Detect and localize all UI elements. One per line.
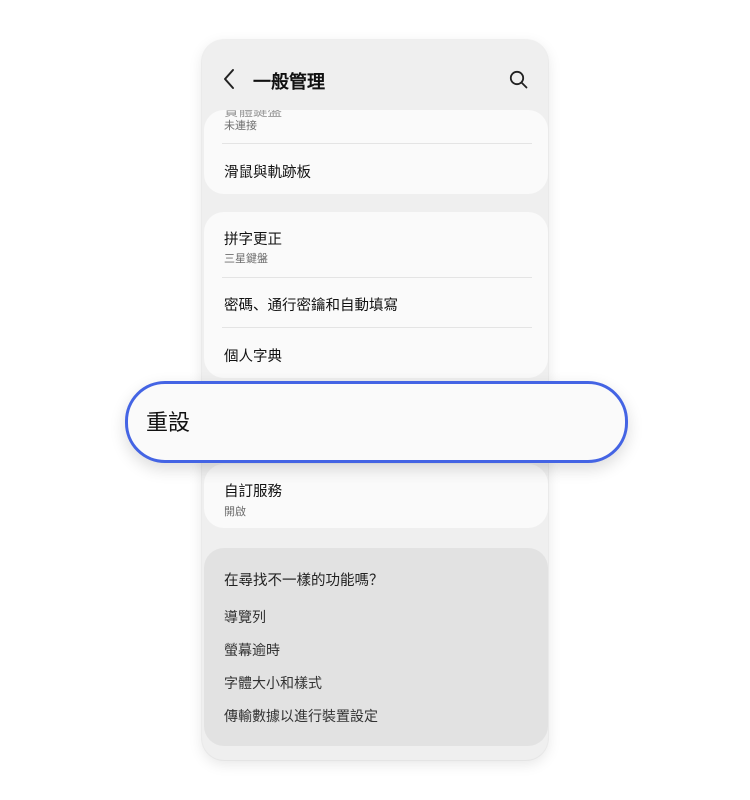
row-subtitle: 未連接 xyxy=(224,119,257,132)
row-subtitle: 開啟 xyxy=(224,505,246,518)
row-title: 個人字典 xyxy=(224,349,282,365)
list-item-personal-dictionary[interactable]: 個人字典 xyxy=(204,328,548,378)
row-subtitle: 三星鍵盤 xyxy=(224,252,268,265)
list-item-mouse-trackpad[interactable]: 滑鼠與軌跡板 xyxy=(204,144,548,194)
suggestions-question: 在尋找不一樣的功能嗎？ xyxy=(224,573,384,589)
suggestion-link-navigation-bar[interactable]: 導覽列 xyxy=(224,607,266,627)
row-title: 自訂服務 xyxy=(224,484,282,500)
input-settings-card: 拼字更正 三星鍵盤 密碼、通行密鑰和自動填寫 個人字典 xyxy=(204,212,548,378)
chevron-left-icon xyxy=(224,69,234,89)
reset-button-highlight[interactable]: 重設 xyxy=(125,381,628,463)
search-icon xyxy=(509,70,528,89)
row-title: 拼字更正 xyxy=(224,232,282,248)
app-bar: 一般管理 xyxy=(202,40,548,110)
row-title: 密碼、通行密鑰和自動填寫 xyxy=(224,298,398,314)
suggestions-card: 在尋找不一樣的功能嗎？ 導覽列 螢幕逾時 字體大小和樣式 傳輸數據以進行裝置設定 xyxy=(204,548,548,746)
suggestion-link-transfer-data[interactable]: 傳輸數據以進行裝置設定 xyxy=(224,706,378,726)
keyboard-mouse-card: 實體鍵盤 未連接 滑鼠與軌跡板 xyxy=(204,110,548,194)
list-item-passwords-autofill[interactable]: 密碼、通行密鑰和自動填寫 xyxy=(204,278,548,327)
suggestion-link-screen-timeout[interactable]: 螢幕逾時 xyxy=(224,640,280,660)
custom-services-card: 自訂服務 開啟 xyxy=(204,464,548,528)
page-title: 一般管理 xyxy=(253,72,325,93)
search-button[interactable] xyxy=(508,69,530,91)
list-item-physical-keyboard[interactable]: 實體鍵盤 未連接 xyxy=(204,110,548,144)
row-title: 滑鼠與軌跡板 xyxy=(224,165,311,181)
suggestion-link-font-size-style[interactable]: 字體大小和樣式 xyxy=(224,673,322,693)
list-item-spell-check[interactable]: 拼字更正 三星鍵盤 xyxy=(204,212,548,277)
reset-label: 重設 xyxy=(146,411,191,436)
list-item-custom-services[interactable]: 自訂服務 開啟 xyxy=(204,464,548,528)
back-button[interactable] xyxy=(220,66,242,92)
